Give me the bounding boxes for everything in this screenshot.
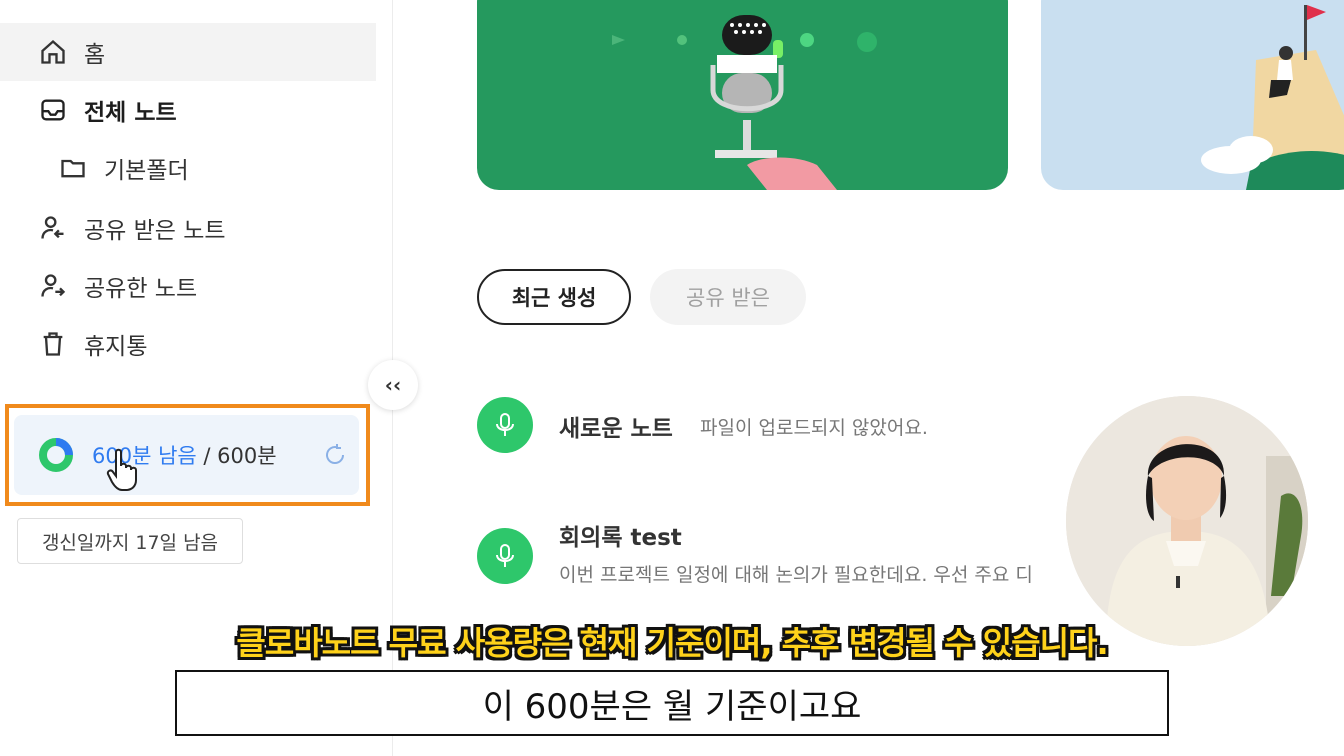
presenter-webcam (1066, 396, 1308, 646)
note-description: 파일이 업로드되지 않았어요. (700, 417, 928, 439)
inbox-icon (38, 95, 68, 125)
renewal-badge: 갱신일까지 17일 남음 (17, 518, 243, 564)
home-icon (38, 37, 68, 67)
sidebar-item-label: 공유한 노트 (84, 276, 198, 302)
sidebar-collapse-button[interactable]: ‹‹ (368, 360, 418, 410)
sidebar-item-label: 공유 받은 노트 (84, 218, 226, 244)
sidebar-item-label: 전체 노트 (84, 100, 177, 126)
tab-recent[interactable]: 최근 생성 (477, 269, 631, 325)
sidebar-item-default-folder[interactable]: 기본폴더 (0, 139, 189, 197)
sidebar-item-trash[interactable]: 휴지통 (0, 315, 147, 373)
note-title: 새로운 노트 (559, 416, 673, 442)
sidebar-item-home[interactable]: 홈 (0, 23, 376, 81)
sidebar-item-all-notes[interactable]: 전체 노트 (0, 81, 177, 139)
banner-recording[interactable] (477, 0, 1008, 190)
sidebar-item-shared-with-me[interactable]: 공유 받은 노트 (0, 199, 226, 257)
sidebar-item-label: 홈 (84, 42, 106, 68)
mic-icon (477, 528, 533, 584)
sidebar-item-label: 기본폴더 (104, 158, 189, 184)
trash-icon (38, 329, 68, 359)
speech-subtitle: 이 600분은 월 기준이고요 (175, 670, 1169, 736)
mic-icon (477, 397, 533, 453)
sidebar-item-label: 휴지통 (84, 334, 148, 360)
tab-shared-received[interactable]: 공유 받은 (650, 269, 806, 325)
user-received-icon (38, 213, 68, 243)
presenter-image (1066, 396, 1308, 646)
usage-highlight-box (5, 404, 370, 506)
note-description: 이번 프로젝트 일정에 대해 논의가 필요한데요. 우선 주요 디 (559, 564, 1033, 586)
microphone-illustration-icon (612, 15, 877, 190)
caption-notice: 클로바노트 무료 사용량은 현재 기준이며, 추후 변경될 수 있습니다. (236, 624, 1108, 662)
banner-mountain[interactable] (1041, 0, 1344, 190)
user-shared-icon (38, 271, 68, 301)
folder-icon (58, 153, 88, 183)
mountain-flag-illustration-icon (1201, 5, 1344, 190)
hand-cursor-icon (106, 448, 137, 491)
note-title: 회의록 test (559, 525, 682, 551)
sidebar-item-shared-by-me[interactable]: 공유한 노트 (0, 257, 197, 315)
